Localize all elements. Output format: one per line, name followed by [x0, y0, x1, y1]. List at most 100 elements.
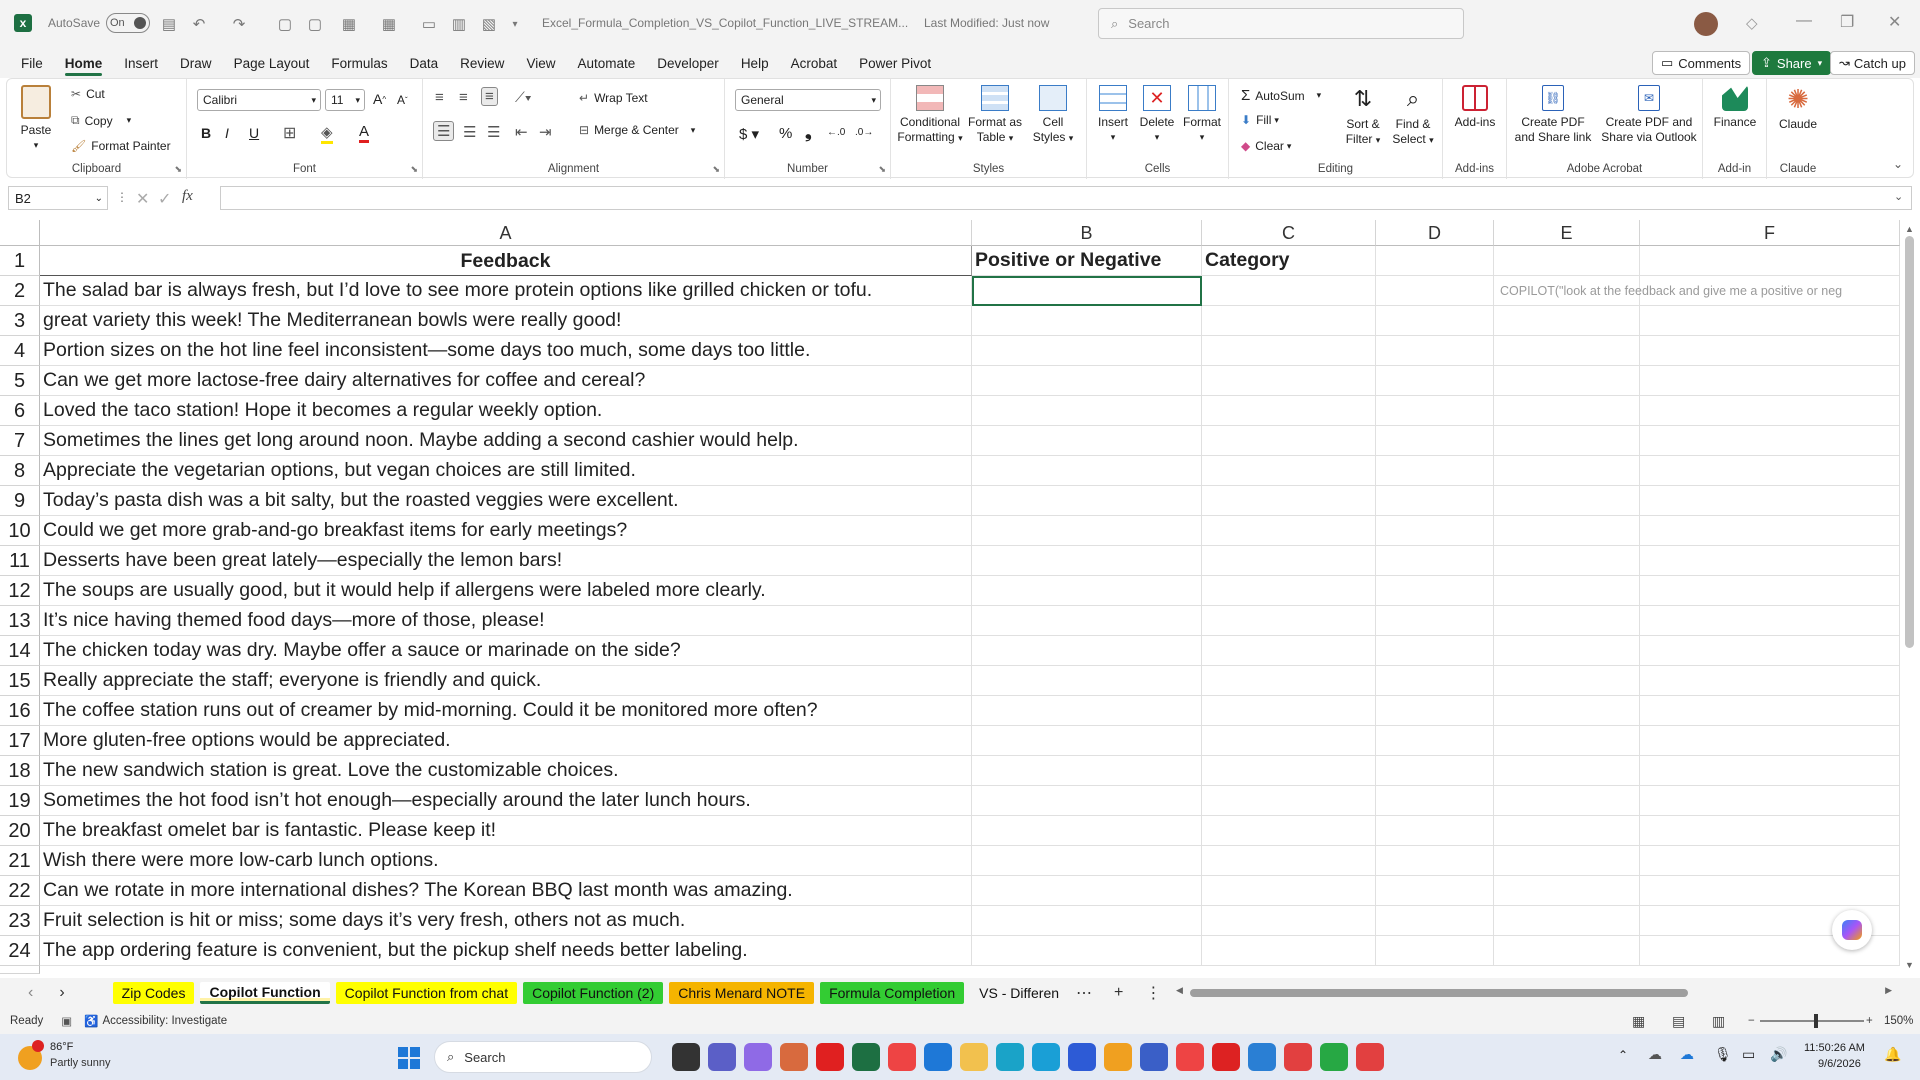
cell-a[interactable]: The coffee station runs out of creamer b… — [40, 696, 972, 726]
underline-button[interactable]: U — [249, 125, 259, 141]
clock-date[interactable]: 9/6/2026 — [1818, 1058, 1861, 1070]
expand-formula-icon[interactable]: ⌄ — [1894, 190, 1903, 203]
cell-a[interactable]: Fruit selection is hit or miss; some day… — [40, 906, 972, 936]
cell-b[interactable] — [972, 696, 1202, 726]
cell-f[interactable] — [1640, 876, 1900, 906]
normal-view-icon[interactable]: ▦ — [1632, 1013, 1645, 1030]
italic-button[interactable]: I — [225, 125, 229, 141]
next-sheet-icon[interactable]: › — [59, 984, 64, 1002]
cell-b[interactable] — [972, 336, 1202, 366]
cell-e[interactable] — [1494, 306, 1640, 336]
cell-a[interactable]: Sometimes the lines get long around noon… — [40, 426, 972, 456]
cell-a[interactable]: More gluten-free options would be apprec… — [40, 726, 972, 756]
scroll-thumb[interactable] — [1905, 236, 1914, 648]
column-header-a[interactable]: A — [40, 220, 972, 246]
diamond-icon[interactable]: ◇ — [1746, 14, 1758, 32]
macro-record-icon[interactable]: ▣ — [61, 1014, 72, 1028]
prev-sheet-icon[interactable]: ‹ — [28, 984, 33, 1002]
microphone-icon[interactable]: 🎙 — [1714, 1046, 1732, 1063]
cell-d[interactable] — [1376, 366, 1494, 396]
menu-review[interactable]: Review — [449, 48, 515, 78]
row-header[interactable]: 22 — [0, 876, 40, 906]
chrome-profile-icon[interactable] — [1176, 1043, 1204, 1071]
cell-e[interactable] — [1494, 486, 1640, 516]
column-header-f[interactable]: F — [1640, 220, 1900, 246]
fill-button[interactable]: ⬇ Fill ▾ — [1241, 113, 1279, 127]
cell-d[interactable] — [1376, 876, 1494, 906]
finance-button[interactable]: Finance — [1711, 85, 1759, 130]
cell-d[interactable] — [1376, 246, 1494, 276]
cell-e[interactable] — [1494, 576, 1640, 606]
paste-qat-icon[interactable]: ▢ — [272, 11, 298, 37]
clipboard-qat-icon[interactable]: ▢ — [302, 11, 328, 37]
zoom-out-icon[interactable]: − — [1748, 1015, 1755, 1027]
cell-e[interactable] — [1494, 456, 1640, 486]
scroll-left-icon[interactable]: ◀ — [1176, 985, 1183, 996]
cell-f[interactable] — [1640, 576, 1900, 606]
sort-filter-button[interactable]: ⇅ Sort & Filter ▾ — [1341, 85, 1385, 148]
insert-cells-button[interactable]: Insert ▾ — [1093, 85, 1133, 145]
row-header[interactable]: 23 — [0, 906, 40, 936]
menu-automate[interactable]: Automate — [566, 48, 646, 78]
cell-f[interactable] — [1640, 696, 1900, 726]
zoom-level[interactable]: 150% — [1884, 1015, 1913, 1027]
chrome-icon[interactable] — [888, 1043, 916, 1071]
cell-a[interactable]: Portion sizes on the hot line feel incon… — [40, 336, 972, 366]
create-pdf-outlook-button[interactable]: ✉ Create PDF and Share via Outlook — [1599, 85, 1699, 145]
cell-d[interactable] — [1376, 306, 1494, 336]
vertical-scrollbar[interactable]: ▲ ▼ — [1900, 220, 1920, 976]
menu-formulas[interactable]: Formulas — [320, 48, 398, 78]
cell-e[interactable] — [1494, 876, 1640, 906]
arc-icon[interactable] — [1068, 1043, 1096, 1071]
snagit-icon[interactable] — [1248, 1043, 1276, 1071]
notification-icon[interactable]: 🔔 — [1884, 1046, 1901, 1063]
row-header[interactable]: 3 — [0, 306, 40, 336]
menu-insert[interactable]: Insert — [113, 48, 169, 78]
cell-c[interactable] — [1202, 546, 1376, 576]
cell-b[interactable] — [972, 726, 1202, 756]
cell-b[interactable] — [972, 756, 1202, 786]
sheet-tab[interactable]: Chris Menard NOTE — [669, 982, 815, 1004]
cell-d[interactable] — [1376, 336, 1494, 366]
row-header[interactable]: 10 — [0, 516, 40, 546]
row-header[interactable]: 7 — [0, 426, 40, 456]
cell-f[interactable] — [1640, 726, 1900, 756]
cell-b[interactable] — [972, 606, 1202, 636]
cell-e[interactable] — [1494, 516, 1640, 546]
find-select-button[interactable]: ⌕ Find & Select ▾ — [1389, 85, 1437, 148]
cell-f[interactable] — [1640, 456, 1900, 486]
cell-b[interactable] — [972, 366, 1202, 396]
cell-b[interactable] — [972, 876, 1202, 906]
cell-b[interactable] — [972, 666, 1202, 696]
cell-e[interactable] — [1494, 426, 1640, 456]
row-header[interactable]: 12 — [0, 576, 40, 606]
row-header[interactable]: 18 — [0, 756, 40, 786]
windows-start-icon[interactable] — [398, 1047, 420, 1069]
cell-c[interactable] — [1202, 816, 1376, 846]
increase-font-icon[interactable]: A ^ — [373, 91, 386, 107]
add-sheet-icon[interactable]: + — [1114, 984, 1123, 1002]
claude-app-icon[interactable] — [780, 1043, 808, 1071]
decrease-decimal-icon[interactable]: .0→ — [855, 127, 873, 138]
dialog-launcher-icon[interactable]: ⬊ — [712, 164, 720, 175]
row-header[interactable]: 6 — [0, 396, 40, 426]
cell-a[interactable]: The chicken today was dry. Maybe offer a… — [40, 636, 972, 666]
cell-b[interactable] — [972, 486, 1202, 516]
cell-c[interactable] — [1202, 276, 1376, 306]
cell-e[interactable] — [1494, 666, 1640, 696]
cell-d[interactable] — [1376, 666, 1494, 696]
menu-developer[interactable]: Developer — [646, 48, 730, 78]
row-header[interactable]: 1 — [0, 246, 40, 276]
cell-d[interactable] — [1376, 576, 1494, 606]
last-modified[interactable]: Last Modified: Just now — [924, 16, 1049, 30]
cell-c[interactable] — [1202, 846, 1376, 876]
cancel-formula-icon[interactable]: ✕ — [136, 189, 149, 209]
file-explorer-icon[interactable] — [672, 1043, 700, 1071]
menu-file[interactable]: File — [10, 48, 54, 78]
cell-e[interactable] — [1494, 906, 1640, 936]
comma-icon[interactable]: ❟ — [805, 123, 812, 143]
cell-d[interactable] — [1376, 546, 1494, 576]
cell-a[interactable]: It’s nice having themed food days—more o… — [40, 606, 972, 636]
cell-c[interactable] — [1202, 336, 1376, 366]
cell-e[interactable] — [1494, 366, 1640, 396]
